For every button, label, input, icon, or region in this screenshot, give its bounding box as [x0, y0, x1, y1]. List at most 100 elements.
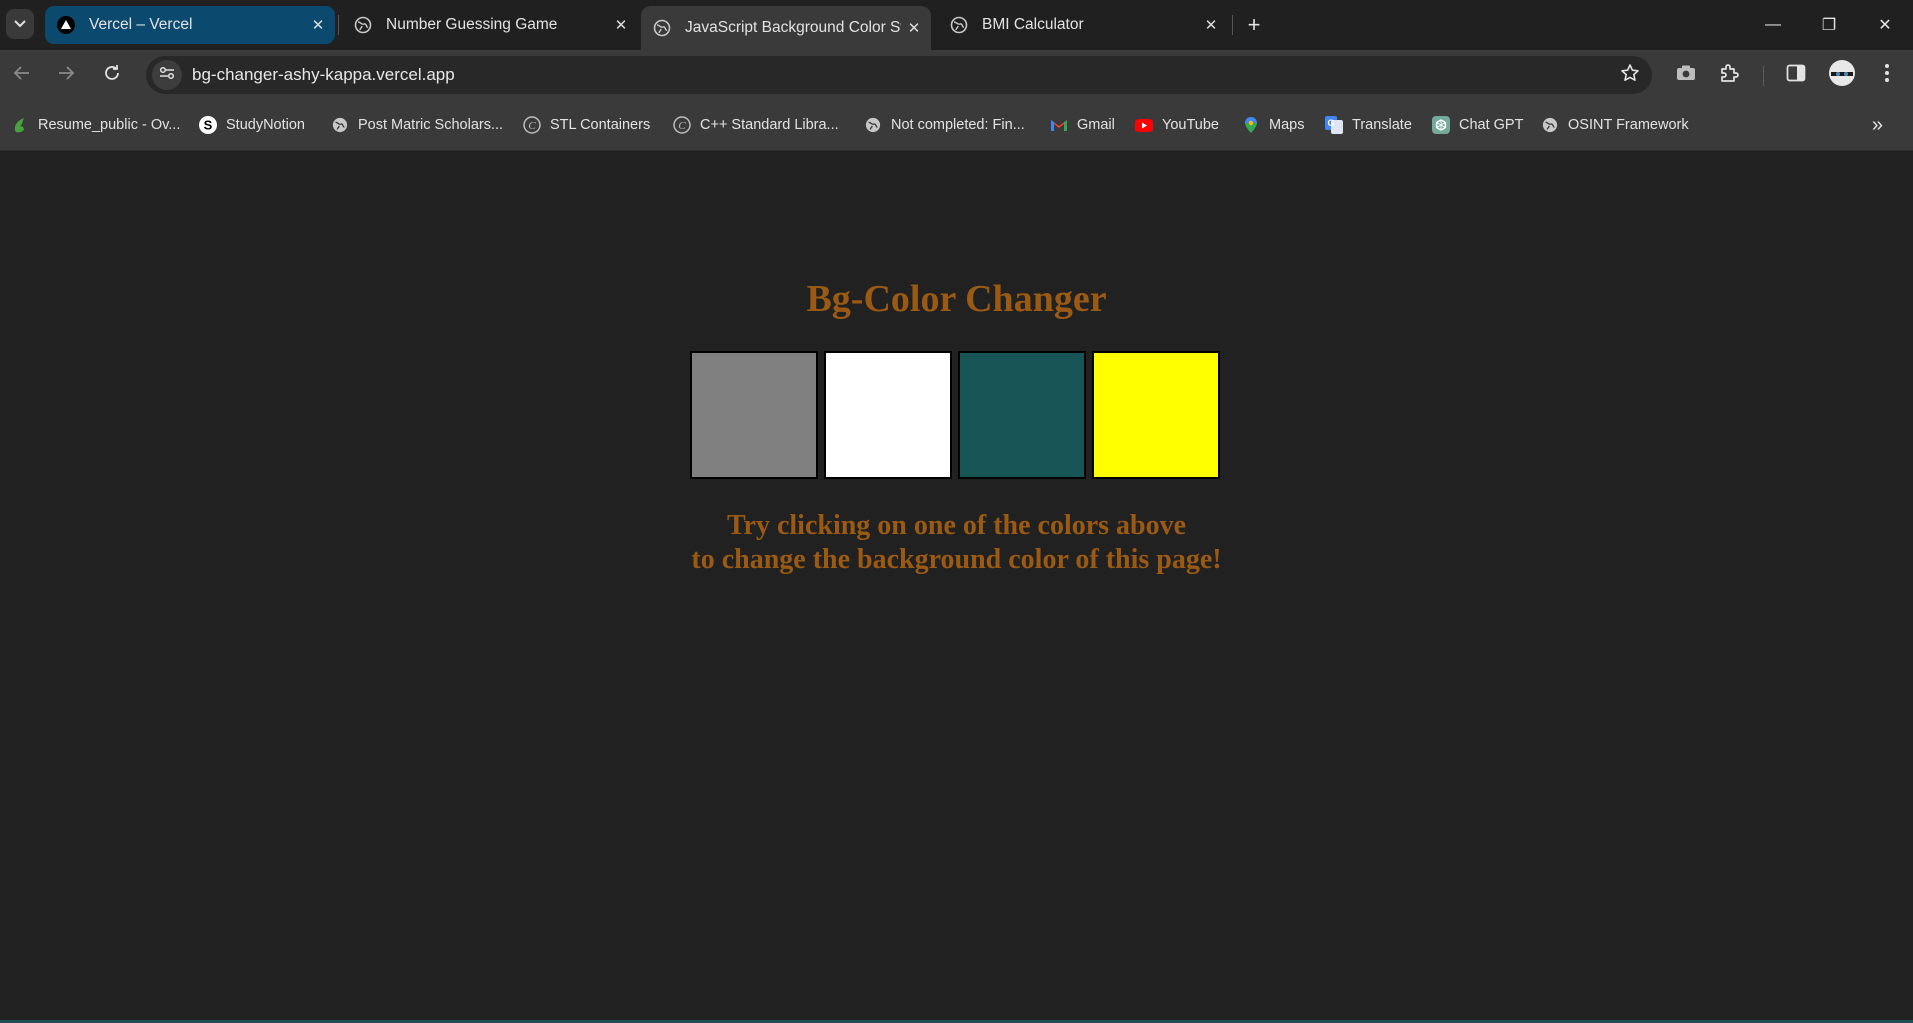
bookmark-label: Chat GPT	[1459, 117, 1524, 133]
browser-toolbar: bg-changer-ashy-kappa.vercel.app	[0, 50, 1913, 100]
page-content: Bg-Color Changer Try clicking on one of …	[0, 151, 1913, 1020]
tab-bmi-calculator[interactable]: BMI Calculator ✕	[938, 6, 1228, 44]
studynotion-icon: S	[199, 116, 217, 134]
tab-title: JavaScript Background Color Sw	[685, 19, 901, 36]
translate-icon: G	[1325, 116, 1343, 134]
color-swatch-row	[690, 351, 1220, 479]
bookmark-stl-containers[interactable]: C STL Containers	[523, 114, 650, 136]
instruction-line-2: to change the background color of this p…	[691, 544, 1222, 575]
bookmark-chatgpt[interactable]: Chat GPT	[1432, 114, 1523, 136]
tab-separator	[338, 15, 339, 35]
close-icon[interactable]: ✕	[901, 15, 927, 41]
swatch-grey[interactable]	[690, 351, 818, 479]
url-text[interactable]: bg-changer-ashy-kappa.vercel.app	[192, 65, 455, 85]
puzzle-icon	[1719, 62, 1741, 89]
bookmark-label: Post Matric Scholars...	[358, 117, 504, 133]
swatch-teal[interactable]	[958, 351, 1086, 479]
bookmark-studynotion[interactable]: S StudyNotion	[199, 114, 305, 136]
bookmark-label: Resume_public - Ov...	[38, 117, 181, 133]
restore-button[interactable]: ❐	[1801, 0, 1857, 50]
bookmark-label: C++ Standard Libra...	[700, 117, 839, 133]
bookmark-label: Translate	[1352, 117, 1412, 133]
close-icon[interactable]: ✕	[305, 12, 331, 38]
tab-title: BMI Calculator	[982, 16, 1084, 33]
reload-icon	[103, 64, 121, 87]
cplusplus-icon: C	[523, 116, 541, 134]
tab-separator	[1232, 15, 1233, 35]
vercel-triangle-icon	[57, 16, 75, 34]
cplusplus-icon: C	[673, 116, 691, 134]
bookmark-youtube[interactable]: YouTube	[1135, 114, 1219, 136]
tab-search-button[interactable]	[6, 9, 34, 39]
overleaf-icon	[11, 116, 29, 134]
bookmark-not-completed[interactable]: Not completed: Fin...	[864, 114, 1025, 136]
arrow-right-icon	[57, 64, 75, 87]
bookmark-label: OSINT Framework	[1568, 117, 1689, 133]
bookmark-resume[interactable]: Resume_public - Ov...	[11, 114, 180, 136]
more-vertical-icon	[1884, 63, 1890, 88]
svg-text:S: S	[204, 118, 213, 133]
bookmarks-overflow-button[interactable]: »	[1872, 114, 1883, 137]
camera-icon	[1676, 64, 1696, 87]
tune-icon	[159, 66, 175, 85]
instruction-line-1: Try clicking on one of the colors above	[726, 510, 1187, 541]
back-button[interactable]	[8, 61, 36, 89]
bookmarks-bar: Resume_public - Ov... S StudyNotion Post…	[0, 100, 1913, 151]
bookmark-cpp-standard-library[interactable]: C C++ Standard Libra...	[673, 114, 839, 136]
globe-icon	[331, 116, 349, 134]
chatgpt-icon	[1432, 116, 1450, 134]
tab-title: Vercel – Vercel	[89, 16, 193, 33]
globe-icon	[354, 16, 372, 34]
bookmark-maps[interactable]: Maps	[1242, 114, 1304, 136]
new-tab-button[interactable]: +	[1240, 11, 1268, 39]
gmail-icon	[1050, 116, 1068, 134]
toolbar-separator	[1763, 66, 1764, 86]
forward-button[interactable]	[52, 61, 80, 89]
bookmark-osint-framework[interactable]: OSINT Framework	[1541, 114, 1689, 136]
bookmark-label: YouTube	[1162, 117, 1219, 133]
reload-button[interactable]	[98, 61, 126, 89]
globe-icon	[950, 16, 968, 34]
minimize-button[interactable]: —	[1745, 0, 1801, 50]
svg-text:G: G	[1327, 118, 1334, 128]
close-icon[interactable]: ✕	[1198, 12, 1224, 38]
svg-text:C: C	[678, 120, 686, 132]
bookmark-label: StudyNotion	[226, 117, 305, 133]
browser-menu-button[interactable]	[1875, 63, 1899, 87]
bookmark-label: Maps	[1269, 117, 1305, 133]
extensions-button[interactable]	[1718, 63, 1742, 87]
swatch-yellow[interactable]	[1092, 351, 1220, 479]
globe-icon	[1541, 116, 1559, 134]
bookmark-label: Gmail	[1077, 117, 1115, 133]
tab-vercel[interactable]: Vercel – Vercel ✕	[45, 6, 335, 44]
bookmark-post-matric[interactable]: Post Matric Scholars...	[331, 114, 503, 136]
screenshot-button[interactable]	[1674, 63, 1698, 87]
tab-title: Number Guessing Game	[386, 16, 558, 33]
profile-avatar[interactable]	[1827, 59, 1857, 92]
maps-icon	[1242, 116, 1260, 134]
close-icon[interactable]: ✕	[608, 12, 634, 38]
page-heading: Bg-Color Changer	[806, 278, 1107, 320]
bookmark-label: Not completed: Fin...	[891, 117, 1025, 133]
swatch-white[interactable]	[824, 351, 952, 479]
arrow-left-icon	[13, 64, 31, 87]
svg-text:C: C	[528, 120, 536, 132]
tab-strip: Vercel – Vercel ✕ Number Guessing Game ✕…	[0, 0, 1913, 50]
tab-number-guessing-game[interactable]: Number Guessing Game ✕	[342, 6, 638, 44]
star-icon	[1620, 63, 1640, 88]
chevron-down-icon	[14, 15, 26, 33]
side-panel-button[interactable]	[1784, 63, 1808, 87]
bookmark-gmail[interactable]: Gmail	[1050, 114, 1115, 136]
side-panel-icon	[1786, 64, 1806, 87]
address-bar[interactable]: bg-changer-ashy-kappa.vercel.app	[146, 56, 1652, 94]
globe-icon	[864, 116, 882, 134]
globe-icon	[653, 19, 671, 37]
bookmark-star-button[interactable]	[1618, 63, 1642, 87]
tab-background-color-switcher[interactable]: JavaScript Background Color Sw ✕	[641, 6, 931, 50]
youtube-icon	[1135, 116, 1153, 134]
bookmark-translate[interactable]: G Translate	[1325, 114, 1412, 136]
avatar-icon	[1828, 59, 1856, 92]
instruction-text: Try clicking on one of the colors above …	[0, 509, 1913, 577]
site-info-button[interactable]	[152, 60, 182, 90]
close-window-button[interactable]: ✕	[1857, 0, 1913, 50]
